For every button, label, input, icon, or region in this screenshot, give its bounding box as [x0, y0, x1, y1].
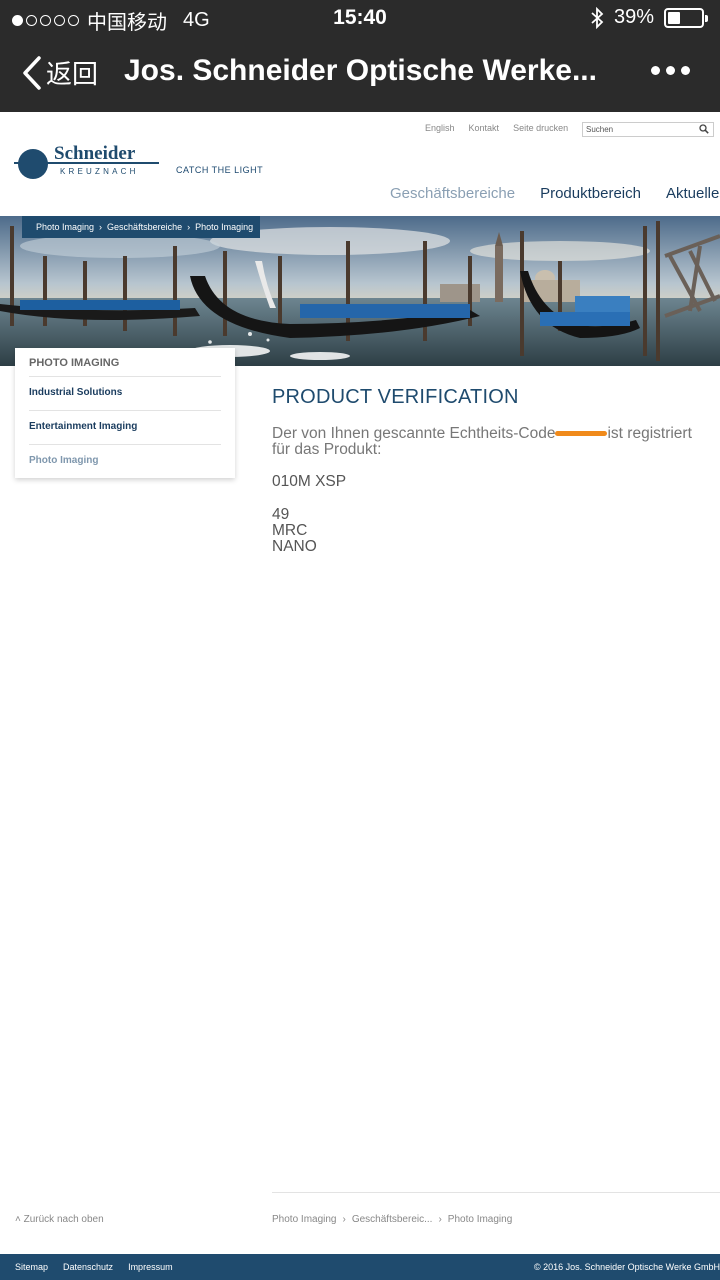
breadcrumb-item[interactable]: Photo Imaging [195, 222, 253, 232]
main-nav: Geschäftsbereiche Produktbereich Aktuell… [390, 185, 720, 202]
status-bar: 中国移动 4G 15:40 39% [0, 0, 720, 36]
nav-aktuelles[interactable]: Aktuelles [666, 185, 720, 202]
product-detail: 49 [272, 506, 290, 523]
chevron-up-icon: ˄ [15, 1214, 21, 1225]
sidebar-nav: PHOTO IMAGING Industrial Solutions Enter… [15, 348, 235, 478]
breadcrumb: Photo Imaging › Geschäftsbereiche › Phot… [22, 216, 260, 238]
product-name: 010M XSP [272, 473, 347, 490]
breadcrumb-item[interactable]: Photo Imaging [272, 1214, 337, 1225]
battery-percent: 39% [613, 6, 654, 28]
product-detail: MRC [272, 522, 308, 539]
page-title: Jos. Schneider Optische Werke... [124, 54, 597, 87]
breadcrumb-item[interactable]: Geschäftsbereic... [352, 1214, 433, 1225]
product-detail: NANO [272, 538, 317, 555]
screen: 中国移动 4G 15:40 39% 返回 Jos. Schneider Opti… [0, 0, 720, 1280]
breadcrumb-separator: › [99, 222, 103, 232]
verification-message: Der von Ihnen gescannte Echtheits-Code is… [272, 426, 712, 458]
footer-link-datenschutz[interactable]: Datenschutz [63, 1262, 113, 1272]
sidebar-item-photo-imaging[interactable]: Photo Imaging [29, 445, 221, 478]
bluetooth-icon [591, 6, 604, 29]
battery-icon [664, 7, 708, 28]
more-menu-button[interactable] [651, 66, 690, 75]
link-seite-drucken[interactable]: Seite drucken [513, 123, 568, 133]
nav-geschaeftsbereiche[interactable]: Geschäftsbereiche [390, 185, 515, 202]
search-input[interactable]: Suchen [582, 122, 714, 137]
divider [272, 1192, 720, 1193]
breadcrumb-separator: › [342, 1214, 346, 1225]
sidebar-heading: PHOTO IMAGING [29, 348, 221, 377]
footer-link-sitemap[interactable]: Sitemap [15, 1262, 48, 1272]
link-kontakt[interactable]: Kontakt [469, 123, 500, 133]
status-right: 39% [590, 6, 708, 29]
tagline: CATCH THE LIGHT [176, 165, 264, 175]
back-label: 返回 [46, 59, 99, 89]
chevron-left-icon [23, 55, 41, 90]
sidebar-item-entertainment-imaging[interactable]: Entertainment Imaging [29, 411, 221, 445]
nav-produktbereich[interactable]: Produktbereich [540, 185, 641, 202]
search-placeholder: Suchen [586, 125, 614, 134]
breadcrumb-separator: › [187, 222, 191, 232]
link-english[interactable]: English [425, 123, 455, 133]
section-title: PRODUCT VERIFICATION [272, 386, 519, 408]
breadcrumb-item[interactable]: Geschäftsbereiche [107, 222, 182, 232]
sidebar-item-industrial-solutions[interactable]: Industrial Solutions [29, 377, 221, 411]
site-footer: Sitemap Datenschutz Impressum © 2016 Jos… [0, 1254, 720, 1280]
redacted-code [555, 431, 608, 437]
back-button[interactable]: 返回 [22, 54, 98, 91]
back-to-top-link[interactable]: ˄ Zurück nach oben [15, 1214, 104, 1225]
footer-links: Sitemap Datenschutz Impressum [15, 1262, 173, 1272]
utility-nav: English Kontakt Seite drucken [425, 123, 568, 133]
search-icon[interactable] [699, 124, 709, 134]
back-to-top-label: Zurück nach oben [23, 1214, 104, 1225]
schneider-logo[interactable]: Schneider KREUZNACH [14, 144, 164, 182]
svg-text:Schneider: Schneider [54, 144, 136, 164]
breadcrumb-separator: › [438, 1214, 442, 1225]
copyright: © 2016 Jos. Schneider Optische Werke Gmb… [533, 1262, 720, 1272]
bottom-breadcrumb: Photo Imaging › Geschäftsbereic... › Pho… [272, 1214, 512, 1225]
footer-link-impressum[interactable]: Impressum [128, 1262, 173, 1272]
message-part-1: Der von Ihnen gescannte Echtheits-Code [272, 425, 556, 442]
app-bar: 返回 Jos. Schneider Optische Werke... [0, 36, 720, 112]
breadcrumb-item[interactable]: Photo Imaging [36, 222, 94, 232]
hero-image [0, 216, 720, 366]
breadcrumb-item[interactable]: Photo Imaging [448, 1214, 513, 1225]
svg-text:KREUZNACH: KREUZNACH [60, 167, 139, 176]
